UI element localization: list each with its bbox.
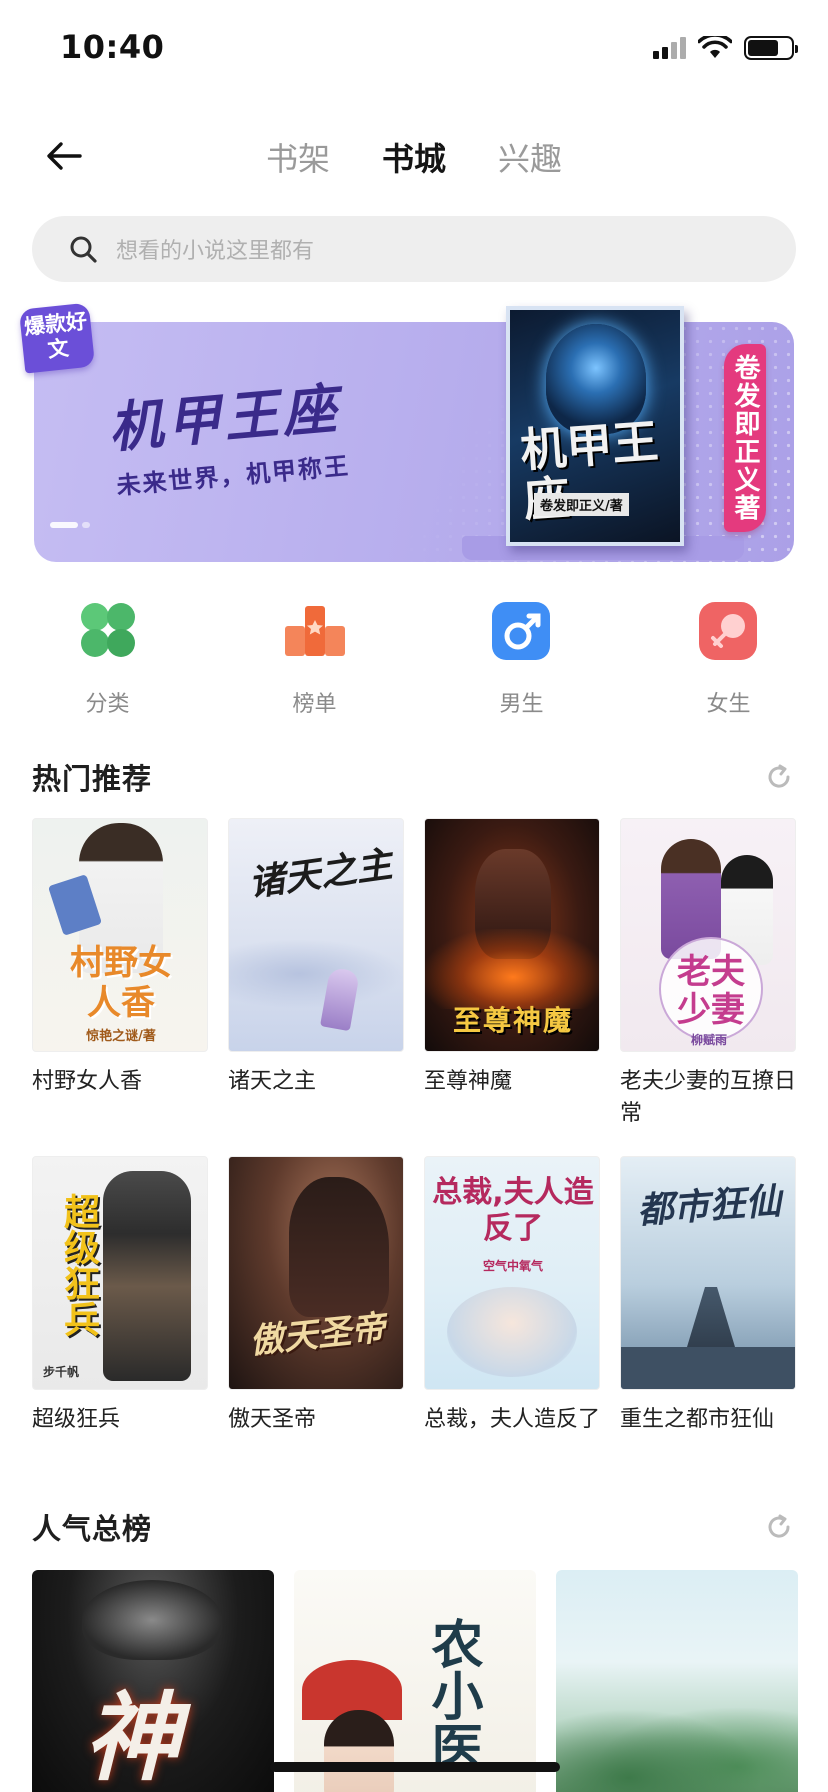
top-nav: 书架 书城 兴趣	[0, 120, 828, 192]
book-cover: 至尊神魔	[424, 818, 600, 1052]
woman-face-illustration	[447, 1287, 577, 1377]
book-card[interactable]: 傲天圣帝 傲天圣帝	[228, 1156, 404, 1436]
landscape-illustration	[556, 1690, 798, 1792]
book-title: 超级狂兵	[32, 1407, 121, 1432]
signal-icon	[653, 37, 686, 59]
status-bar: 10:40	[0, 0, 828, 100]
search-placeholder: 想看的小说这里都有	[116, 239, 315, 264]
dragon-illustration	[82, 1580, 222, 1660]
status-time: 10:40	[60, 28, 165, 66]
horse-rider-illustration	[289, 1177, 389, 1317]
book-title: 村野女人香	[32, 1069, 143, 1094]
banner-cover-author: 卷发即正义/著	[534, 493, 629, 516]
book-title: 重生之都市狂仙	[620, 1407, 775, 1432]
banner-book-cover: 机甲王座 卷发即正义/著	[506, 306, 684, 546]
book-title: 老夫少妻的互撩日常	[620, 1069, 797, 1126]
cover-title: 傲天圣帝	[247, 1307, 388, 1362]
cover-title: 村野女人香	[70, 943, 172, 1023]
promo-banner[interactable]: 爆款好文 机甲王座 未来世界，机甲称王 机甲王座 卷发即正义/著 卷发即正义著	[18, 302, 794, 562]
cover-author: 空气中氧气	[482, 1259, 543, 1273]
book-card[interactable]: 老夫少妻 柳赋雨 老夫少妻的互撩日常	[620, 818, 796, 1130]
book-card[interactable]: 都市狂仙 重生之都市狂仙	[620, 1156, 796, 1436]
book-title: 诸天之主	[228, 1069, 317, 1094]
book-cover: 老夫少妻 柳赋雨	[620, 818, 796, 1052]
hot-section-header: 热门推荐	[32, 752, 796, 802]
wifi-icon	[698, 36, 732, 58]
popular-book-cover[interactable]: 神	[32, 1570, 274, 1792]
book-cover: 村野女人香 惊艳之谜/著	[32, 818, 208, 1052]
popular-book-cover[interactable]	[556, 1570, 798, 1792]
cover-author: 步千帆	[43, 1365, 80, 1379]
book-cover: 诸天之主	[228, 818, 404, 1052]
book-card[interactable]: 村野女人香 惊艳之谜/著 村野女人香	[32, 818, 208, 1098]
cover-title: 超级狂兵	[58, 1193, 99, 1337]
category-row: 分类 榜单 男生 女生	[0, 598, 828, 728]
category-label: 榜单	[292, 692, 337, 717]
fire-illustration	[425, 929, 599, 1009]
section-title: 人气总榜	[32, 1512, 153, 1546]
book-card[interactable]: 诸天之主 诸天之主	[228, 818, 404, 1098]
mountain-illustration	[229, 939, 403, 1009]
category-label: 分类	[85, 692, 130, 717]
banner-badge: 爆款好文	[18, 302, 96, 374]
popular-section-header: 人气总榜	[32, 1502, 796, 1552]
grid-clover-icon	[80, 603, 135, 657]
female-icon	[698, 602, 757, 660]
book-cover: 傲天圣帝	[228, 1156, 404, 1390]
banner-author-ribbon: 卷发即正义著	[724, 344, 766, 532]
search-icon	[70, 236, 97, 263]
cover-author: 惊艳之谜/著	[86, 1029, 156, 1044]
category-female[interactable]: 女生	[621, 598, 828, 728]
podium-icon	[284, 606, 345, 656]
cover-author: 柳赋雨	[690, 1033, 727, 1047]
book-card[interactable]: 总裁,夫人造反了 空气中氧气 总裁，夫人造反了	[424, 1156, 600, 1436]
book-card[interactable]: 至尊神魔 至尊神魔	[424, 818, 600, 1098]
book-cover: 总裁,夫人造反了 空气中氧气	[424, 1156, 600, 1390]
category-label: 男生	[499, 692, 544, 717]
tab-bookshelf[interactable]: 书架	[266, 128, 330, 186]
book-title: 总裁，夫人造反了	[424, 1407, 601, 1432]
refresh-button[interactable]	[762, 760, 796, 794]
book-title: 至尊神魔	[424, 1069, 513, 1094]
category-label: 女生	[706, 692, 751, 717]
refresh-icon	[768, 764, 790, 788]
girl-illustration	[324, 1710, 394, 1792]
banner-page-indicator	[50, 522, 90, 528]
book-card[interactable]: 超级狂兵 步千帆 超级狂兵	[32, 1156, 208, 1436]
category-male[interactable]: 男生	[414, 598, 621, 728]
category-rankings[interactable]: 榜单	[207, 598, 414, 728]
cover-title: 神	[84, 1682, 180, 1792]
cover-title: 都市狂仙	[635, 1181, 783, 1232]
book-cover: 都市狂仙	[620, 1156, 796, 1390]
book-cover: 超级狂兵 步千帆	[32, 1156, 208, 1390]
tab-bookstore[interactable]: 书城	[382, 128, 446, 186]
cover-title: 至尊神魔	[452, 1004, 573, 1037]
home-indicator[interactable]	[270, 1762, 560, 1772]
cliff-illustration	[621, 1347, 795, 1389]
cover-title: 总裁,夫人造反了	[432, 1175, 594, 1246]
category-classify[interactable]: 分类	[0, 598, 207, 728]
tab-interests[interactable]: 兴趣	[498, 128, 562, 186]
popular-book-cover[interactable]: 农小医	[294, 1570, 536, 1792]
section-title: 热门推荐	[32, 762, 153, 796]
tab-bar: 书架 书城 兴趣	[0, 128, 828, 186]
male-icon	[491, 602, 550, 660]
refresh-button[interactable]	[762, 1510, 796, 1544]
refresh-icon	[768, 1514, 790, 1538]
search-input[interactable]: 想看的小说这里都有	[32, 216, 796, 282]
battery-icon	[744, 36, 798, 60]
status-icons	[653, 36, 798, 60]
cover-title: 老夫少妻	[677, 952, 745, 1030]
book-title: 傲天圣帝	[228, 1407, 317, 1432]
soldier-illustration	[103, 1171, 191, 1381]
cover-title: 诸天之主	[246, 844, 395, 905]
